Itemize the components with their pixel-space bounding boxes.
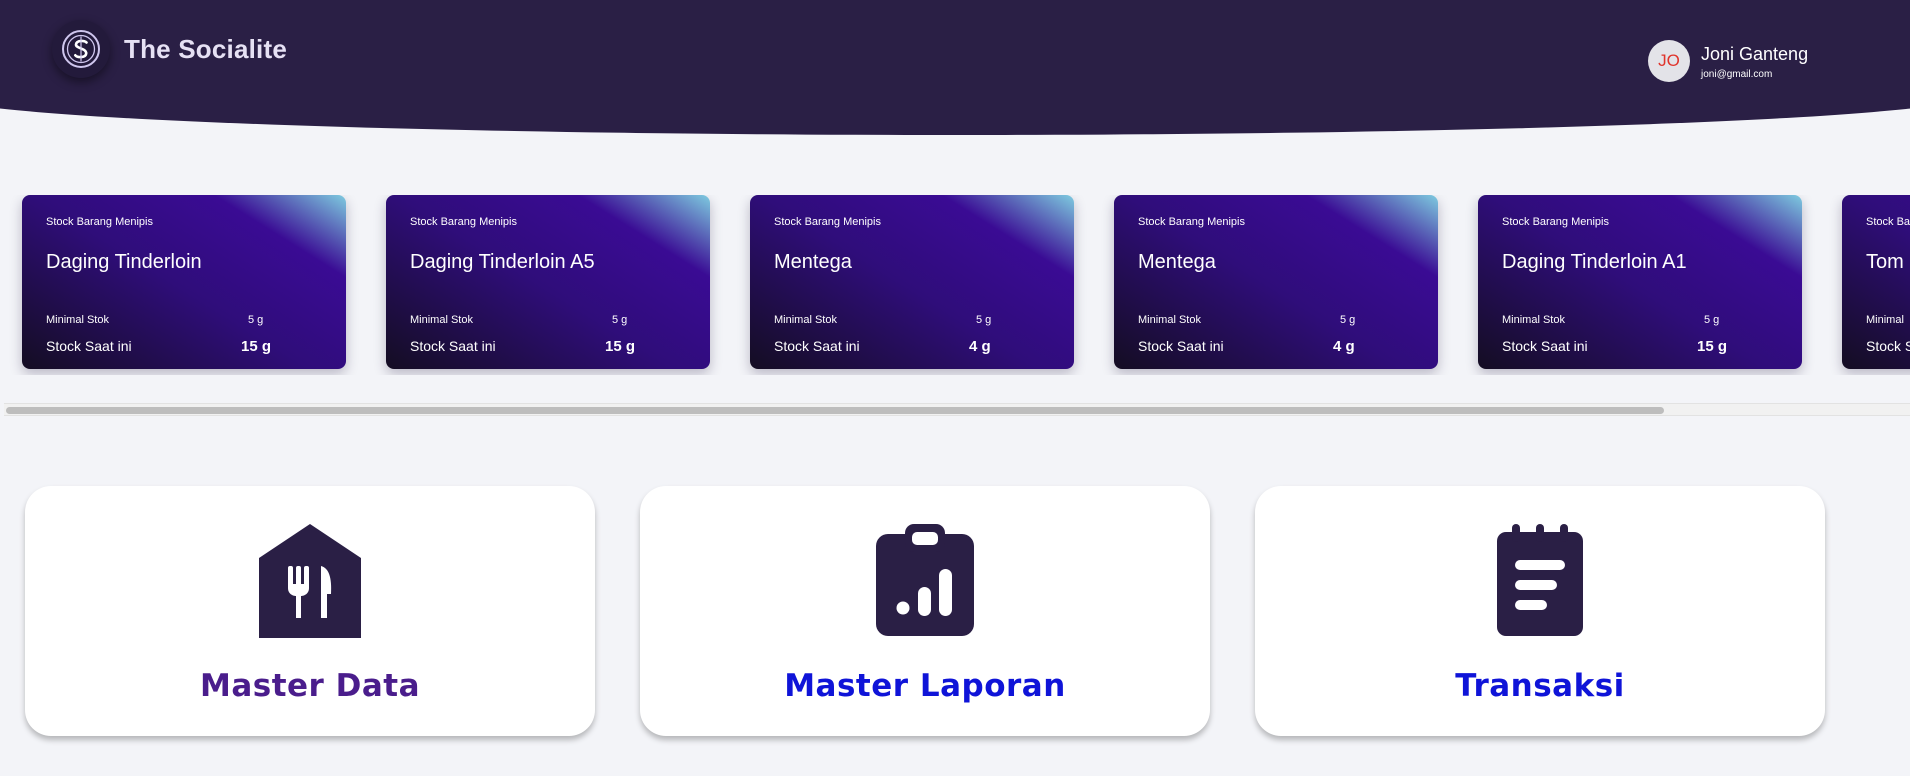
stock-card-title: Mentega [1138,251,1216,273]
stock-card-label: Stock Barang Menipis [1138,216,1245,228]
current-stock-value: 4 g [969,338,991,355]
min-stock-value: 5 g [976,314,992,326]
app-name: The Socialite [124,33,287,64]
stock-card-label: Stock Barang Menipis [1866,216,1910,228]
stock-card-label: Stock Barang Menipis [410,216,517,228]
current-stock-value: 15 g [605,338,636,355]
stock-card-title: Daging Tinderloin A1 [1502,251,1687,273]
stock-card[interactable]: Stock Barang Menipis Mentega Minimal Sto… [750,195,1074,369]
min-stock-label: Minimal Stok [1502,314,1565,326]
min-stock-value: 5 g [612,314,628,326]
master-data-label: Master Data [199,668,421,704]
stock-card-title: Daging Tinderloin A5 [410,251,595,273]
current-stock-label: Stock Saat ini [774,338,860,354]
min-stock-label: Minimal Stok [774,314,837,326]
user-profile[interactable]: JO Joni Ganteng joni@gmail.com [1648,40,1808,82]
min-stock-value: 5 g [1340,314,1356,326]
min-stock-label: Minimal [1866,314,1904,326]
stock-card[interactable]: Stock Barang Menipis Tom Minimal Stock S [1842,195,1910,369]
master-laporan-card[interactable]: Master Laporan [640,486,1210,736]
stock-card-label: Stock Barang Menipis [1502,216,1609,228]
min-stock-label: Minimal Stok [1138,314,1201,326]
stock-card[interactable]: Stock Barang Menipis Daging Tinderloin M… [22,195,346,369]
current-stock-label: Stock Saat ini [410,338,496,354]
restaurant-home-icon [255,524,365,642]
master-laporan-label: Master Laporan [784,668,1066,704]
brand[interactable]: The Socialite [52,20,287,78]
current-stock-value: 15 g [241,338,272,355]
min-stock-value: 5 g [1704,314,1720,326]
min-stock-value: 5 g [248,314,264,326]
min-stock-label: Minimal Stok [410,314,473,326]
avatar[interactable]: JO [1648,40,1690,82]
master-data-card[interactable]: Master Data [25,486,595,736]
user-name: Joni Ganteng [1701,43,1809,64]
stock-card[interactable]: Stock Barang Menipis Daging Tinderloin A… [1478,195,1802,369]
current-stock-label: Stock Saat ini [46,338,132,354]
stock-card-title: Mentega [774,251,852,273]
stock-card-label: Stock Barang Menipis [774,216,881,228]
stock-card-title: Tom [1866,251,1904,273]
carousel-scrollbar[interactable] [4,403,1910,416]
current-stock-label: Stock Saat ini [1502,338,1588,354]
current-stock-value: 15 g [1697,338,1728,355]
clipboard-chart-icon [870,524,980,642]
user-email: joni@gmail.com [1701,68,1773,80]
scrollbar-thumb[interactable] [6,407,1664,414]
socialite-s-logo-icon [52,20,110,78]
stock-card-label: Stock Barang Menipis [46,216,153,228]
transaksi-card[interactable]: Transaksi [1255,486,1825,736]
current-stock-label: Stock S [1866,338,1910,354]
current-stock-label: Stock Saat ini [1138,338,1224,354]
transaksi-label: Transaksi [1455,668,1625,704]
notepad-icon [1485,524,1595,642]
current-stock-value: 4 g [1333,338,1355,355]
low-stock-carousel[interactable]: Stock Barang Menipis Daging Tinderloin M… [0,195,1910,375]
stock-card-title: Daging Tinderloin [46,251,202,273]
stock-card[interactable]: Stock Barang Menipis Mentega Minimal Sto… [1114,195,1438,369]
user-info: Joni Ganteng joni@gmail.com [1701,43,1808,80]
min-stock-label: Minimal Stok [46,314,109,326]
stock-card[interactable]: Stock Barang Menipis Daging Tinderloin A… [386,195,710,369]
